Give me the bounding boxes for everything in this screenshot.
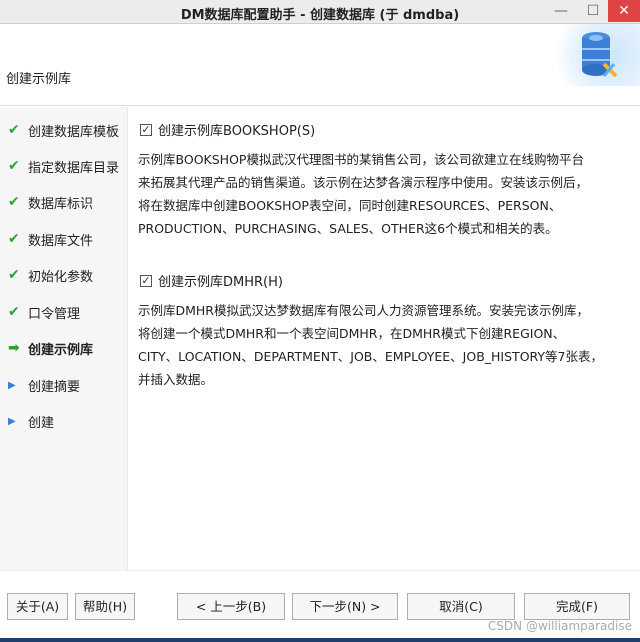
next-button[interactable]: 下一步(N) >: [292, 593, 398, 620]
database-logo-icon: [548, 24, 640, 86]
triangle-right-icon: ▶: [8, 415, 16, 427]
help-button[interactable]: 帮助(H): [75, 593, 135, 620]
step-password: ✔ 口令管理: [8, 304, 81, 322]
bookshop-checkbox[interactable]: ✓ 创建示例库BOOKSHOP(S): [140, 120, 315, 139]
header: 创建示例库: [0, 24, 640, 106]
check-icon: ✔: [8, 231, 20, 247]
step-db-files: ✔ 数据库文件: [8, 231, 94, 249]
taskbar-strip: [0, 638, 640, 642]
check-icon: ✔: [8, 267, 20, 283]
maximize-button[interactable]: ☐: [578, 0, 608, 22]
minimize-button[interactable]: —: [546, 0, 576, 22]
triangle-right-icon: ▶: [8, 379, 16, 391]
footer: 关于(A) 帮助(H) < 上一步(B) 下一步(N) > 取消(C) 完成(F…: [0, 570, 640, 638]
wizard-steps: ✔ 创建数据库模板 ✔ 指定数据库目录 ✔ 数据库标识 ✔ 数据库文件 ✔ 初始化参数 ✔…: [0, 107, 128, 570]
check-icon: ✔: [8, 304, 20, 320]
step-db-identity: ✔ 数据库标识: [8, 194, 94, 212]
check-icon: ✔: [8, 158, 20, 174]
dmhr-description: 示例库DMHR模拟武汉达梦数据库有限公司人力资源管理系统。安装完该示例库， 将创…: [138, 303, 604, 387]
cancel-button[interactable]: 取消(C): [407, 593, 515, 620]
about-button[interactable]: 关于(A): [7, 593, 68, 620]
prev-button[interactable]: < 上一步(B): [177, 593, 285, 620]
dmhr-checkbox[interactable]: ✓ 创建示例库DMHR(H): [140, 271, 283, 290]
step-create-template: ✔ 创建数据库模板: [8, 122, 120, 140]
check-icon: ✔: [8, 194, 20, 210]
page-title: 创建示例库: [6, 72, 72, 87]
checkbox-checked-icon[interactable]: ✓: [140, 123, 152, 136]
step-db-directory: ✔ 指定数据库目录: [8, 158, 120, 176]
watermark: CSDN @williamparadise: [487, 619, 632, 633]
finish-button[interactable]: 完成(F): [524, 593, 630, 620]
checkbox-checked-icon[interactable]: ✓: [140, 274, 152, 287]
step-create: ▶ 创建: [8, 415, 55, 431]
step-sample-db: ➡ 创建示例库: [8, 340, 94, 358]
step-summary: ▶ 创建摘要: [8, 379, 81, 395]
close-button[interactable]: ✕: [608, 0, 640, 22]
check-icon: ✔: [8, 122, 20, 138]
arrow-right-icon: ➡: [8, 340, 20, 356]
step-init-params: ✔ 初始化参数: [8, 267, 94, 285]
window-title: DM数据库配置助手 - 创建数据库 (于 dmdba): [180, 8, 460, 23]
bookshop-description: 示例库BOOKSHOP模拟武汉代理图书的某销售公司，该公司欲建立在线购物平台 来…: [138, 152, 589, 236]
title-bar: DM数据库配置助手 - 创建数据库 (于 dmdba) — ☐ ✕: [0, 0, 640, 24]
